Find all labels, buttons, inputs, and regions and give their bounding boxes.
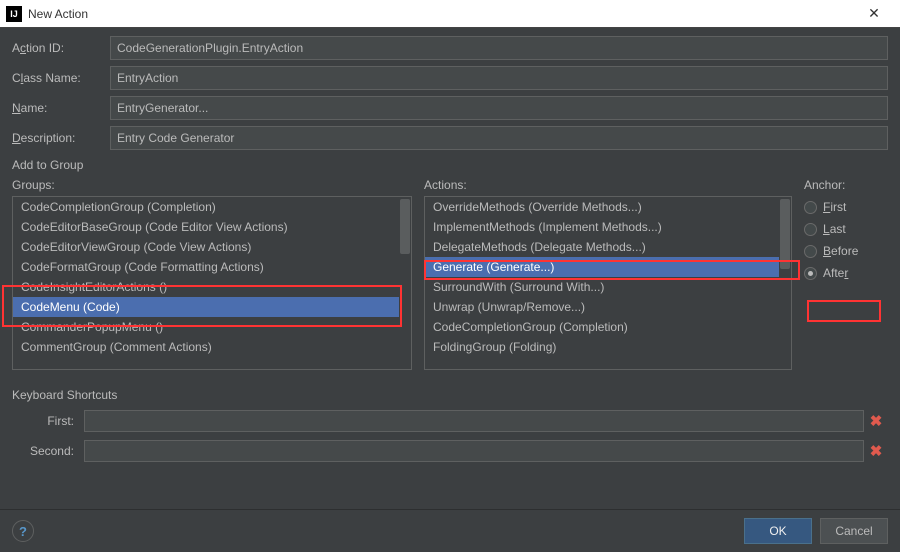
annotation-box-anchor: [807, 300, 881, 322]
list-item[interactable]: CodeInsightEditorActions (): [13, 277, 411, 297]
window-title: New Action: [28, 7, 854, 21]
name-input[interactable]: [110, 96, 888, 120]
class-name-input[interactable]: [110, 66, 888, 90]
actions-header: Actions:: [424, 178, 792, 192]
shortcut-second-clear-icon[interactable]: ✖: [864, 442, 888, 460]
anchor-radio[interactable]: Before: [804, 240, 882, 262]
list-item[interactable]: CodeFormatGroup (Code Formatting Actions…: [13, 257, 411, 277]
radio-icon: [804, 245, 817, 258]
list-item[interactable]: SurroundWith (Surround With...): [425, 277, 791, 297]
radio-label: First: [823, 200, 846, 214]
list-item[interactable]: Unwrap (Unwrap/Remove...): [425, 297, 791, 317]
radio-label: After: [823, 266, 848, 280]
list-item[interactable]: CodeEditorViewGroup (Code View Actions): [13, 237, 411, 257]
radio-icon: [804, 267, 817, 280]
actions-listbox[interactable]: OverrideMethods (Override Methods...)Imp…: [424, 196, 792, 370]
list-item[interactable]: CodeEditorBaseGroup (Code Editor View Ac…: [13, 217, 411, 237]
label-name: Name:: [12, 101, 110, 115]
anchor-radio[interactable]: First: [804, 196, 882, 218]
list-item[interactable]: Generate (Generate...): [425, 257, 791, 277]
app-icon: IJ: [6, 6, 22, 22]
shortcut-second-input[interactable]: [84, 440, 864, 462]
shortcut-first-clear-icon[interactable]: ✖: [864, 412, 888, 430]
help-icon[interactable]: ?: [12, 520, 34, 542]
shortcut-first-input[interactable]: [84, 410, 864, 432]
action-id-input[interactable]: [110, 36, 888, 60]
groups-listbox[interactable]: CodeCompletionGroup (Completion)CodeEdit…: [12, 196, 412, 370]
radio-label: Before: [823, 244, 858, 258]
radio-icon: [804, 201, 817, 214]
list-item[interactable]: DelegateMethods (Delegate Methods...): [425, 237, 791, 257]
close-icon[interactable]: ✕: [854, 0, 894, 28]
label-description: Description:: [12, 131, 110, 145]
anchor-header: Anchor:: [804, 178, 882, 192]
ok-button[interactable]: OK: [744, 518, 812, 544]
anchor-radio[interactable]: Last: [804, 218, 882, 240]
shortcuts-header: Keyboard Shortcuts: [12, 388, 888, 402]
groups-header: Groups:: [12, 178, 412, 192]
dialog-footer: ? OK Cancel: [0, 509, 900, 552]
label-shortcut-second: Second:: [12, 444, 84, 458]
list-item[interactable]: CodeMenu (Code): [13, 297, 411, 317]
radio-icon: [804, 223, 817, 236]
anchor-radio[interactable]: After: [804, 262, 882, 284]
groups-scrollbar[interactable]: [399, 197, 411, 369]
description-input[interactable]: [110, 126, 888, 150]
titlebar: IJ New Action ✕: [0, 0, 900, 28]
list-item[interactable]: CommanderPopupMenu (): [13, 317, 411, 337]
list-item[interactable]: CodeCompletionGroup (Completion): [13, 197, 411, 217]
add-to-group-label: Add to Group: [12, 158, 888, 172]
label-class-name: Class Name:: [12, 71, 110, 85]
list-item[interactable]: FoldingGroup (Folding): [425, 337, 791, 357]
label-shortcut-first: First:: [12, 414, 84, 428]
actions-scrollbar[interactable]: [779, 197, 791, 369]
list-item[interactable]: OverrideMethods (Override Methods...): [425, 197, 791, 217]
radio-label: Last: [823, 222, 846, 236]
label-action-id: Action ID:: [12, 41, 110, 55]
list-item[interactable]: CommentGroup (Comment Actions): [13, 337, 411, 357]
cancel-button[interactable]: Cancel: [820, 518, 888, 544]
list-item[interactable]: CodeCompletionGroup (Completion): [425, 317, 791, 337]
list-item[interactable]: ImplementMethods (Implement Methods...): [425, 217, 791, 237]
